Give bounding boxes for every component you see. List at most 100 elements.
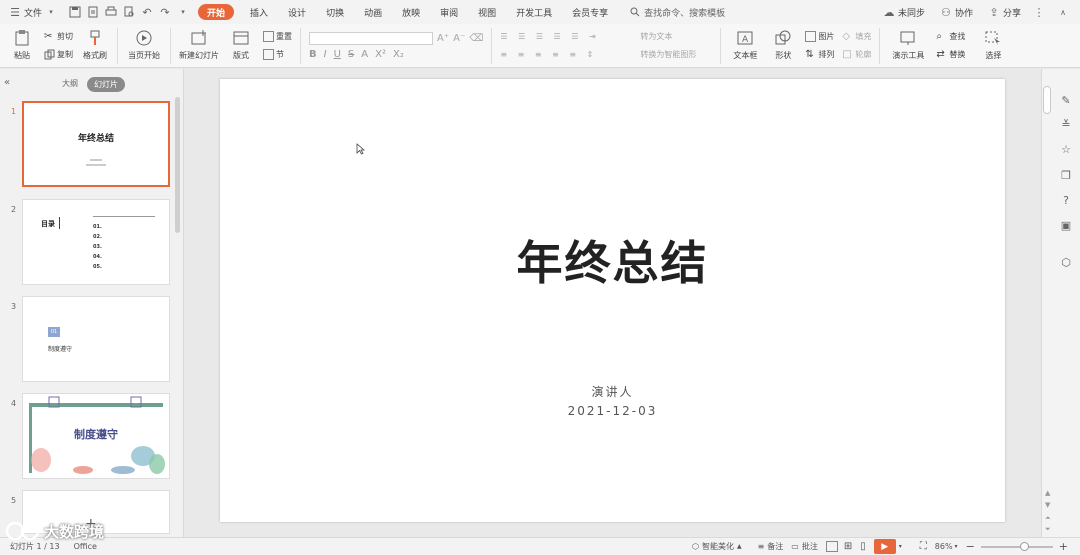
select-button[interactable]: 选择 [975,26,1011,66]
tab-slideshow[interactable]: 放映 [392,0,430,24]
animation-icon[interactable]: ☆ [1059,142,1073,156]
format-painter-button[interactable]: 格式刷 [77,26,113,66]
zoom-slider-handle[interactable] [1019,541,1029,551]
properties-icon[interactable]: ≚ [1059,117,1073,131]
slide-thumbnail-3[interactable]: 01 制度遵守 [22,296,170,382]
cube-icon[interactable]: ⬡ [1059,255,1073,269]
scroll-up-icon[interactable]: ▲ [1045,489,1050,497]
demo-tools-button[interactable]: 演示工具 [884,26,932,66]
find-button[interactable]: ⌕ 查找 [936,30,965,44]
customize-arrow-icon[interactable]: ▾ [176,5,190,19]
align-tools[interactable]: ≡ ≡ ≡ ≡ ≡ ⇕ [500,48,632,62]
tab-home[interactable]: 开始 [198,4,235,20]
paste-button[interactable]: 粘贴 [4,26,40,66]
shape-button[interactable]: 形状 [765,26,801,66]
increase-font-icon[interactable]: A⁺ [437,33,449,44]
file-menu[interactable]: ☰ 文件 ▾ [0,0,66,24]
replace-button[interactable]: ⇄ 替换 [936,48,965,62]
sync-status[interactable]: ☁ 未同步 [877,0,928,24]
print-icon[interactable] [104,5,118,19]
tab-slides[interactable]: 幻灯片 [87,77,125,92]
collapse-ribbon-icon[interactable]: ∧ [1056,5,1070,19]
fill-button[interactable]: ◇ 填充 [842,30,871,44]
command-search[interactable]: 查找命令、搜索模板 [626,5,725,19]
zoom-slider[interactable] [980,541,1053,551]
undo-icon[interactable]: ↶ [140,5,154,19]
print-preview-icon[interactable] [122,5,136,19]
slideshow-play-button[interactable]: ▶ [873,539,896,554]
tab-view[interactable]: 视图 [468,0,506,24]
save-icon[interactable] [68,5,82,19]
slide-thumbnail-4[interactable]: 制度遵守 [22,393,170,479]
italic-button[interactable]: I [324,49,327,60]
arrange-button[interactable]: ⇅ 排列 [805,48,834,62]
share-button[interactable]: ⇪ 分享 [982,0,1024,24]
strikethrough-button[interactable]: S [348,49,354,60]
new-slide-button[interactable]: 新建幻灯片 [175,26,223,66]
slide-title[interactable]: 年终总结 [220,227,1005,293]
zoom-out-icon[interactable]: − [966,540,975,553]
thumbnail-scrollbar[interactable] [175,97,180,233]
zoom-level[interactable]: 86% ▾ [935,542,958,551]
layout-label: 版式 [233,51,249,60]
scroll-down-icon[interactable]: ▼ [1045,501,1050,509]
underline-button[interactable]: U [334,49,341,60]
slide-thumbnail-1[interactable]: 年终总结 [22,101,170,187]
copy-button[interactable]: 复制 [44,48,73,62]
copy-format-icon[interactable]: ❐ [1059,168,1073,182]
outline-button[interactable]: □ 轮廓 [842,48,871,62]
reading-view-icon[interactable]: ▯ [860,541,866,552]
export-pdf-icon[interactable] [86,5,100,19]
collapse-panel-icon[interactable]: « [4,77,10,88]
chevron-up-icon: ▲ [736,543,742,550]
picture-button[interactable]: 图片 [805,30,834,44]
notes-button[interactable]: ≡ 备注 [758,541,784,552]
tab-review[interactable]: 审阅 [430,0,468,24]
tab-animation[interactable]: 动画 [354,0,392,24]
normal-view-icon[interactable] [825,541,838,552]
cut-button[interactable]: ✂ 剪切 [44,30,73,44]
smart-beautify-button[interactable]: ⬡ 智能美化 ▲ [692,541,742,552]
comments-button[interactable]: ▭ 批注 [791,541,818,552]
text-effect-button[interactable]: 转为文本 [640,30,712,44]
canvas-scrollbar[interactable] [1043,86,1051,114]
reset-button[interactable]: 重置 [263,30,292,44]
format-painter-label: 格式刷 [83,51,107,60]
redo-icon[interactable]: ↷ [158,5,172,19]
play-options-icon[interactable]: ▾ [899,543,902,550]
tab-developer[interactable]: 开发工具 [506,0,562,24]
tab-design[interactable]: 设计 [278,0,316,24]
tab-outline[interactable]: 大纲 [62,78,78,89]
copy-label: 复制 [57,50,73,59]
layout-button[interactable]: 版式 [223,26,259,66]
more-options-icon[interactable]: ⋮ [1032,5,1046,19]
slide-thumbnail-2[interactable]: 目录 01. 02. 03. 04. 05. [22,199,170,285]
design-icon[interactable]: ✎ [1059,93,1073,107]
decrease-font-icon[interactable]: A⁻ [453,33,465,44]
convert-smart-art-button[interactable]: 转换为智能图形 [640,48,712,62]
backup-icon[interactable]: ▣ [1059,218,1073,232]
zoom-in-icon[interactable]: + [1059,540,1068,553]
slide-date[interactable]: 2021-12-03 [220,404,1005,418]
font-name-select[interactable] [309,31,433,45]
slide-sorter-icon[interactable]: ⊞ [844,541,852,552]
tab-insert[interactable]: 插入 [240,0,278,24]
slide-presenter[interactable]: 演讲人 [220,383,1005,400]
help-icon[interactable]: ? [1059,193,1073,207]
section-button[interactable]: 节 [263,48,292,62]
list-tools[interactable]: ☰ ☰ ☰ ☰ ☰ ⇥ [500,30,632,44]
subscript-button[interactable]: X₂ [393,49,404,60]
superscript-button[interactable]: X² [375,49,386,60]
tab-transitions[interactable]: 切换 [316,0,354,24]
fit-window-icon[interactable]: ⛶ [920,541,927,552]
font-color-button[interactable]: A [361,49,368,60]
bold-button[interactable]: B [309,49,317,60]
play-from-current-button[interactable]: 当页开始 [122,26,166,66]
text-box-button[interactable]: A 文本框 [725,26,765,66]
clear-format-icon[interactable]: ⌫ [469,33,483,44]
tab-member[interactable]: 会员专享 [562,0,618,24]
collaborate-button[interactable]: ⚇ 协作 [934,0,976,24]
slide-canvas[interactable]: 年终总结 演讲人 2021-12-03 [220,79,1005,522]
next-slide-icon[interactable]: ⏷ [1045,525,1051,534]
prev-slide-icon[interactable]: ⏶ [1045,514,1051,523]
